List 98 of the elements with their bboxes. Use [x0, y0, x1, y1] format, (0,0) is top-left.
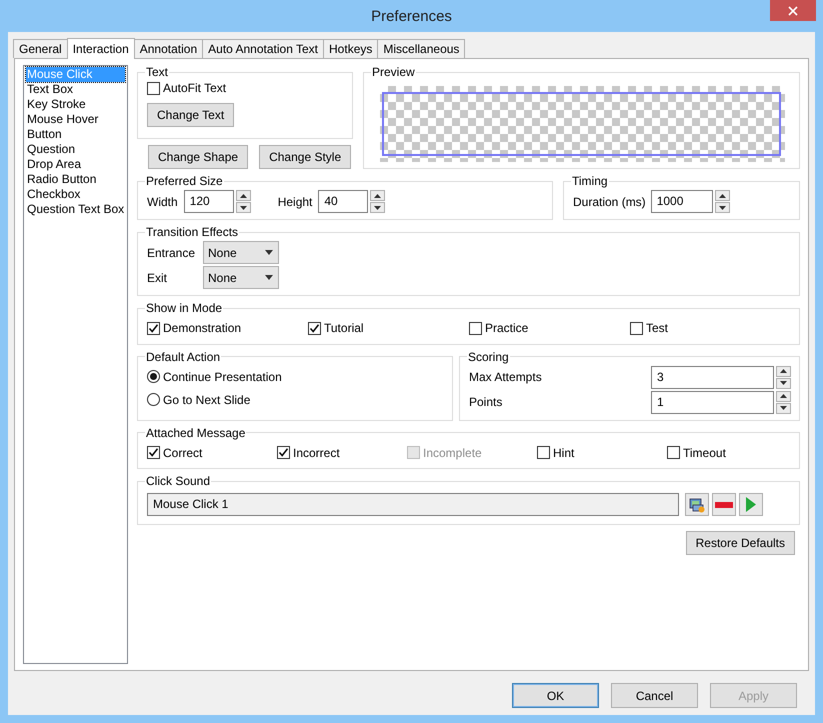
checkbox-label: Demonstration — [163, 321, 242, 335]
spin-up-button[interactable] — [370, 190, 386, 201]
group-title: Click Sound — [145, 474, 212, 488]
tab[interactable]: Hotkeys — [323, 39, 378, 58]
checkbox[interactable] — [469, 322, 482, 334]
number-field[interactable]: 120 — [184, 190, 234, 213]
list-item[interactable]: Checkbox — [26, 187, 125, 202]
list-item[interactable]: Drop Area — [26, 157, 125, 172]
remove-button[interactable] — [712, 493, 736, 516]
browse-button[interactable] — [685, 493, 709, 516]
change-text-button[interactable]: Change Text — [147, 103, 234, 127]
down-arrow-icon — [718, 206, 726, 210]
spin-up-button[interactable] — [776, 390, 791, 402]
checkbox-label: Practice — [485, 321, 528, 335]
group-title: Show in Mode — [145, 301, 224, 315]
dropdown[interactable]: None — [203, 266, 279, 289]
minus-icon — [715, 502, 733, 508]
dialog-button[interactable]: Cancel — [611, 683, 698, 708]
checkbox[interactable] — [147, 322, 160, 334]
spin-down-button[interactable] — [776, 402, 791, 414]
checkbox-label: Test — [646, 321, 668, 335]
sound-field[interactable]: Mouse Click 1 — [147, 493, 679, 516]
up-arrow-icon — [718, 194, 726, 198]
down-arrow-icon — [780, 406, 787, 410]
group-title: Text — [145, 65, 170, 79]
down-arrow-icon — [240, 206, 247, 210]
group-title: Attached Message — [145, 426, 246, 440]
field-label: Duration (ms) — [573, 194, 646, 208]
group-title: Scoring — [467, 350, 510, 364]
checkbox[interactable] — [537, 446, 550, 459]
tab[interactable]: Interaction — [66, 38, 135, 59]
checkbox[interactable] — [308, 322, 321, 334]
checkbox-label: Hint — [553, 446, 574, 460]
group-title: Transition Effects — [145, 225, 240, 239]
play-icon — [746, 497, 756, 512]
up-arrow-icon — [240, 194, 247, 198]
list-item[interactable]: Mouse Hover — [26, 112, 125, 127]
list-item[interactable]: Key Stroke — [26, 97, 125, 112]
number-field[interactable]: 1000 — [650, 190, 713, 213]
caret-icon — [265, 250, 273, 255]
field-label: Width — [147, 194, 178, 208]
list-item[interactable]: Question — [26, 142, 125, 157]
group-title: Preferred Size — [145, 174, 224, 188]
tab[interactable]: General — [13, 39, 68, 58]
list-item[interactable]: Radio Button — [26, 172, 125, 187]
window-title: Preferences — [371, 8, 452, 24]
radio-button[interactable] — [147, 393, 160, 406]
group-title: Preview — [371, 65, 416, 79]
restore-defaults-button[interactable]: Restore Defaults — [686, 531, 795, 555]
checkbox-label: Incorrect — [293, 446, 340, 460]
checkbox-label: Incomplete — [423, 446, 482, 460]
checkbox[interactable] — [667, 446, 680, 459]
dialog-button[interactable]: OK — [512, 683, 599, 708]
checkbox-label: Tutorial — [324, 321, 364, 335]
radio-button[interactable] — [147, 370, 160, 383]
spin-up-button[interactable] — [776, 366, 791, 376]
spin-up-button[interactable] — [714, 190, 730, 201]
play-button[interactable] — [739, 493, 763, 516]
checkbox[interactable] — [147, 82, 160, 94]
list-item[interactable]: Text Box — [26, 82, 125, 97]
radio-label: Go to Next Slide — [163, 392, 250, 406]
field-label: Entrance — [147, 246, 196, 260]
field-label: Max Attempts — [469, 370, 542, 384]
number-field[interactable]: 3 — [651, 366, 774, 388]
list-item[interactable]: Question Text Box — [26, 202, 125, 217]
checkbox-label: Correct — [163, 446, 202, 460]
dropdown[interactable]: None — [203, 241, 279, 264]
spin-down-button[interactable] — [776, 378, 791, 388]
spin-down-button[interactable] — [714, 202, 730, 213]
up-arrow-icon — [780, 369, 787, 373]
checkbox[interactable] — [630, 322, 643, 334]
down-arrow-icon — [374, 206, 382, 210]
field-label: Height — [278, 194, 312, 208]
list-item[interactable]: Button — [26, 127, 125, 142]
number-field[interactable]: 40 — [318, 190, 368, 213]
shape-button[interactable]: Change Shape — [148, 145, 248, 169]
caret-icon — [265, 275, 273, 280]
spin-down-button[interactable] — [370, 202, 386, 213]
down-arrow-icon — [780, 381, 787, 385]
field-label: Exit — [147, 270, 168, 284]
field-label: Points — [469, 395, 502, 409]
spin-down-button[interactable] — [236, 202, 251, 213]
group-title: Timing — [571, 174, 609, 188]
spin-up-button[interactable] — [236, 190, 251, 201]
checkbox[interactable] — [147, 446, 160, 459]
close-icon — [788, 6, 798, 16]
up-arrow-icon — [780, 394, 787, 398]
number-field[interactable]: 1 — [651, 390, 774, 414]
up-arrow-icon — [374, 194, 382, 198]
tab[interactable]: Miscellaneous — [377, 39, 466, 58]
close-button[interactable] — [770, 0, 816, 21]
radio-label: Continue Presentation — [163, 370, 282, 384]
checkbox-label: AutoFit Text — [163, 81, 226, 95]
shape-button[interactable]: Change Style — [259, 145, 352, 169]
group-title: Default Action — [145, 350, 222, 364]
checkbox[interactable] — [277, 446, 290, 459]
picture-folder-icon — [689, 496, 705, 512]
checkbox-label: Timeout — [683, 446, 726, 460]
